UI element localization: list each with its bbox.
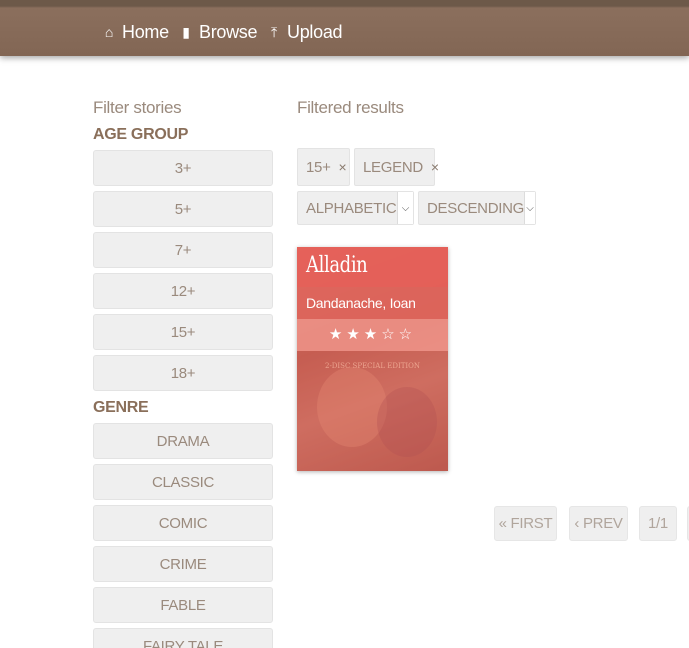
nav-home-label: Home <box>122 21 169 42</box>
genre-filter-crime[interactable]: CRIME <box>93 546 273 582</box>
remove-filter-icon[interactable]: × <box>431 159 439 175</box>
age-filter-15[interactable]: 15+ <box>93 314 273 350</box>
nav-browse-label: Browse <box>199 21 258 42</box>
pager-page-indicator: 1/1 <box>639 506 677 541</box>
nav-upload-link[interactable]: ⤒ Upload <box>265 19 343 45</box>
age-filter-12[interactable]: 12+ <box>93 273 273 309</box>
chevron-down-icon: ⌵ <box>524 192 535 224</box>
upload-icon: ⤒ <box>271 23 277 40</box>
active-filter-chip-legend: LEGEND × <box>354 148 439 186</box>
book-icon: ▮ <box>182 23 190 40</box>
active-filter-chip-15: 15+ × <box>297 148 350 186</box>
genre-title: GENRE <box>93 399 149 416</box>
chip-label: 15+ <box>306 158 331 176</box>
story-title[interactable]: Alladin <box>306 253 368 278</box>
genre-filter-fable[interactable]: FABLE <box>93 587 273 623</box>
filtered-results-title: Filtered results <box>297 98 404 117</box>
home-icon: ⌂ <box>104 24 114 40</box>
sort-order-value: DESCENDING <box>427 199 525 217</box>
chip-label: LEGEND <box>363 158 423 176</box>
pager-prev-button[interactable]: ‹ PREV <box>569 506 628 541</box>
nav-upload-label: Upload <box>287 21 343 42</box>
top-nav: ⌂ Home ▮ Browse ⤒ Upload <box>0 0 689 56</box>
story-card[interactable]: 2-DISC SPECIAL EDITION Alladin Dandanach… <box>297 247 448 471</box>
sort-field-select[interactable]: ALPHABETIC ⌵ <box>297 191 414 225</box>
age-filter-3[interactable]: 3+ <box>93 150 273 186</box>
age-filter-18[interactable]: 18+ <box>93 355 273 391</box>
story-author: Dandanache, Ioan <box>306 295 416 311</box>
sort-order-select[interactable]: DESCENDING ⌵ <box>418 191 536 225</box>
sort-field-value: ALPHABETIC <box>306 199 397 217</box>
genre-filter-comic[interactable]: COMIC <box>93 505 273 541</box>
nav-home-link[interactable]: ⌂ Home <box>100 19 169 45</box>
nav-browse-link[interactable]: ▮ Browse <box>177 19 257 45</box>
genre-filter-drama[interactable]: DRAMA <box>93 423 273 459</box>
genre-filter-fairy-tale[interactable]: FAIRY TALE <box>93 628 273 648</box>
filter-stories-title: Filter stories <box>93 98 182 117</box>
remove-filter-icon[interactable]: × <box>339 159 347 175</box>
age-filter-5[interactable]: 5+ <box>93 191 273 227</box>
chevron-down-icon: ⌵ <box>397 192 413 224</box>
pager-first-button[interactable]: « FIRST <box>494 506 557 541</box>
age-filter-7[interactable]: 7+ <box>93 232 273 268</box>
age-group-title: AGE GROUP <box>93 126 189 143</box>
star-rating: ★★★☆☆ <box>328 326 417 343</box>
genre-filter-classic[interactable]: CLASSIC <box>93 464 273 500</box>
